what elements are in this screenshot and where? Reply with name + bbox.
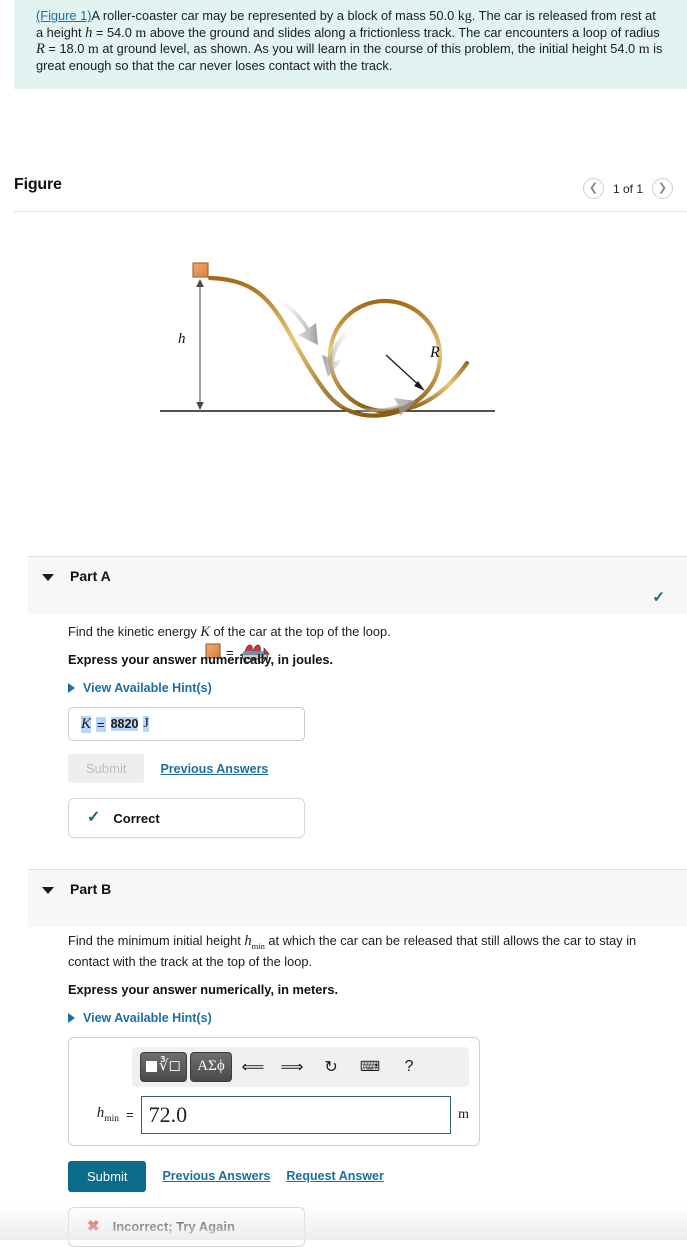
redo-button[interactable]: ⟹ [277,1052,307,1082]
part-a-question-lead: Find the kinetic energy [68,624,201,639]
part-b-question: Find the minimum initial height hmin at … [68,933,673,970]
part-b-submit-button[interactable]: Submit [68,1160,147,1192]
part-b-answer-equals: = [126,1107,134,1123]
figure-header: Figure ❮ 1 of 1 ❯ [0,176,687,216]
keyboard-button[interactable]: ⌨ [355,1052,385,1082]
part-b-var-sub: min [251,940,265,951]
part-a-answer-var: K [81,715,92,733]
figure-1-link[interactable]: (Figure 1) [36,8,91,23]
figure-navigation: ❮ 1 of 1 ❯ [582,178,673,199]
part-a-submit-button[interactable]: Submit [68,754,145,783]
cross-icon: ✖ [87,1218,100,1236]
part-a-answer-unit: J [143,716,149,732]
part-b-request-answer-link[interactable]: Request Answer [286,1169,383,1183]
figure-divider [14,211,687,212]
part-a-instruction: Express your answer numerically, in joul… [68,652,334,667]
chevron-left-icon[interactable]: ❮ [582,178,604,199]
part-a-label: Part A [70,568,111,584]
statement-part-1: A roller-coaster car may be represented … [91,8,458,23]
part-b-hints-label: View Available Hint(s) [83,1010,212,1025]
figure-title: Figure [14,176,62,193]
square-placeholder-icon [146,1061,157,1073]
roller-coaster-diagram: h R [159,262,495,418]
chevron-right-icon [68,683,75,693]
reset-button[interactable]: ↻ [316,1052,346,1082]
unit-kg: kg [457,9,472,24]
unit-m-1: m [135,25,147,41]
part-a-answer-value: 8820 [110,717,139,731]
part-a-question-tail: of the car at the top of the loop. [209,624,391,639]
part-b-feedback: ✖ Incorrect; Try Again [68,1206,305,1247]
statement-part-5: = 18.0 [44,41,88,56]
part-a-answer-field[interactable]: K = 8820 J [68,707,305,741]
part-a-header[interactable]: Part A ✓ [28,556,687,614]
part-b-instruction: Express your answer numerically, in mete… [68,981,339,997]
part-b-previous-answers-link[interactable]: Previous Answers [162,1169,270,1183]
part-b-answer-input[interactable]: 72.0 [140,1095,452,1134]
var-R: R [36,41,45,57]
problem-statement: (Figure 1)A roller-coaster car may be re… [14,0,687,89]
part-a-answer-equals: = [96,716,106,732]
undo-button[interactable]: ⟸ [238,1052,268,1082]
part-a-status-icon: ✓ [652,589,665,606]
statement-part-3: = 54.0 [92,24,136,40]
part-b-label: Part B [70,881,112,897]
check-icon: ✓ [87,809,101,826]
statement-part-6: at ground level, as shown. As you will l… [98,41,639,56]
figure-R-label: R [429,344,440,361]
part-b-feedback-text: Incorrect; Try Again [112,1219,235,1235]
part-b-header[interactable]: Part B [28,869,687,927]
math-toolbar: ∛◻ ΑΣϕ ⟸ ⟹ ↻ ⌨ ? [132,1046,469,1087]
part-b-answer-row: hmin = 72.0 m [79,1095,469,1134]
figure-counter: 1 of 1 [612,181,643,196]
template-root-button[interactable]: ∛◻ [140,1051,188,1082]
greek-symbols-button[interactable]: ΑΣϕ [190,1051,233,1082]
part-b-answer-var-sub: min [104,1114,119,1125]
part-b-var-hmin: hmin [244,933,265,951]
part-a-hints-label: View Available Hint(s) [83,681,212,695]
statement-text: (Figure 1)A roller-coaster car may be re… [36,8,665,73]
radical-icon: ∛◻ [159,1058,182,1075]
part-b-hints-toggle[interactable]: View Available Hint(s) [68,1011,673,1025]
chevron-right-icon [68,1012,75,1023]
part-a-body: Find the kinetic energy K of the car at … [68,624,668,838]
part-a-actions: Submit Previous Answers [68,754,668,783]
part-b-body: Find the minimum initial height hmin at … [68,933,673,1247]
part-b-answer-unit: m [458,1106,469,1122]
part-a-var-K: K [200,624,210,640]
greek-icon: ΑΣϕ [197,1058,225,1075]
chevron-right-icon[interactable]: ❯ [652,178,673,199]
figure-h-label: h [178,331,186,347]
help-button[interactable]: ? [394,1052,424,1082]
unit-m-3: m [638,42,650,57]
part-b-answer-var: hmin [96,1105,119,1125]
problem-page: (Figure 1)A roller-coaster car may be re… [0,0,687,1247]
part-a-feedback: ✓ Correct [68,798,305,838]
part-b-answer-panel: ∛◻ ΑΣϕ ⟸ ⟹ ↻ ⌨ ? hmin = 72.0 m [68,1036,480,1146]
figure-body: h R = [0,216,687,664]
chevron-down-icon[interactable] [42,887,54,894]
part-a-hints-toggle[interactable]: View Available Hint(s) [68,681,668,695]
unit-m-2: m [87,42,99,57]
part-b-question-lead: Find the minimum initial height [68,933,245,948]
part-b-actions: Submit Previous Answers Request Answer [68,1160,673,1192]
part-a-previous-answers-link[interactable]: Previous Answers [160,762,268,776]
part-a-question: Find the kinetic energy K of the car at … [68,624,668,640]
chevron-down-icon[interactable] [42,574,54,581]
statement-part-4: above the ground and slides along a fric… [146,24,660,40]
part-a-feedback-text: Correct [113,810,160,826]
